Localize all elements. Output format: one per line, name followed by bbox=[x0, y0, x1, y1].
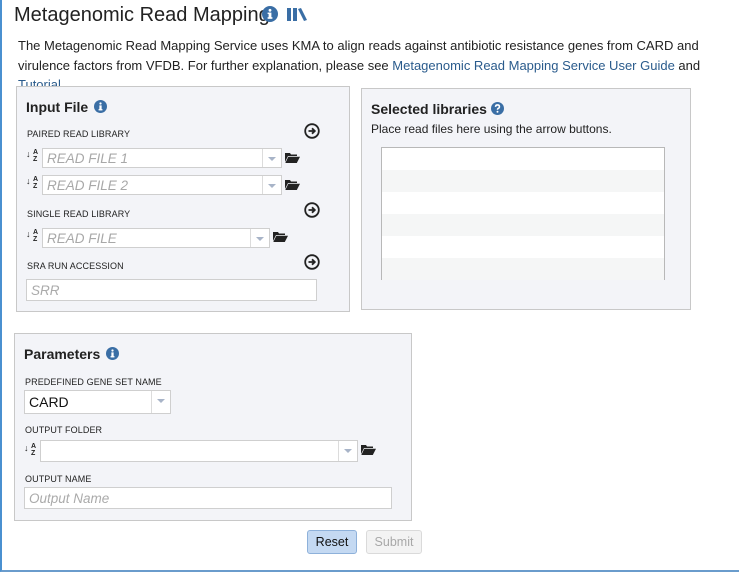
sra-run-accession-label: SRA RUN ACCESSION bbox=[27, 261, 124, 271]
output-name-input[interactable] bbox=[25, 488, 391, 508]
add-sra-arrow-icon[interactable] bbox=[304, 254, 320, 270]
sort-az-icon[interactable]: ↓ A Z bbox=[24, 443, 38, 457]
list-item bbox=[382, 258, 664, 280]
info-icon[interactable] bbox=[94, 100, 107, 113]
list-item bbox=[382, 148, 664, 170]
help-icon[interactable] bbox=[491, 102, 504, 115]
user-guide-link[interactable]: Metagenomic Read Mapping Service User Gu… bbox=[392, 58, 675, 73]
add-single-arrow-icon[interactable] bbox=[304, 202, 320, 218]
title-icons bbox=[262, 6, 308, 22]
list-item bbox=[382, 170, 664, 192]
sra-accession-field[interactable] bbox=[26, 279, 317, 301]
selected-libraries-hint: Place read files here using the arrow bu… bbox=[371, 122, 612, 136]
single-read-library-label: SINGLE READ LIBRARY bbox=[27, 209, 131, 219]
sra-accession-input[interactable] bbox=[27, 280, 316, 300]
list-item bbox=[382, 214, 664, 236]
input-file-title: Input File bbox=[26, 99, 89, 115]
chevron-down-icon[interactable] bbox=[250, 229, 269, 247]
sort-az-icon[interactable]: ↓ A Z bbox=[26, 176, 40, 190]
chevron-down-icon[interactable] bbox=[338, 441, 357, 461]
chevron-down-icon[interactable] bbox=[262, 149, 281, 167]
gene-set-label: PREDEFINED GENE SET NAME bbox=[25, 377, 162, 387]
folder-open-icon[interactable] bbox=[361, 444, 376, 455]
info-icon[interactable] bbox=[262, 6, 278, 22]
chevron-down-icon[interactable] bbox=[151, 391, 170, 413]
page-title: Metagenomic Read Mapping bbox=[14, 4, 270, 26]
submit-button[interactable]: Submit bbox=[366, 530, 422, 554]
folder-open-icon[interactable] bbox=[273, 231, 288, 242]
list-item bbox=[382, 192, 664, 214]
list-item bbox=[382, 236, 664, 258]
paired-read-library-label: PAIRED READ LIBRARY bbox=[27, 129, 131, 139]
library-icon[interactable] bbox=[286, 6, 308, 22]
input-file-panel: Input File PAIRED READ LIBRARY ↓ A Z READ … bbox=[16, 86, 350, 312]
folder-open-icon[interactable] bbox=[285, 179, 300, 190]
selected-libraries-title: Selected libraries bbox=[371, 101, 487, 117]
parameters-panel: Parameters PREDEFINED GENE SET NAME CARD… bbox=[14, 333, 412, 521]
gene-set-select[interactable]: CARD bbox=[24, 390, 171, 414]
sort-az-icon[interactable]: ↓ A Z bbox=[26, 229, 40, 243]
read-file-select[interactable]: READ FILE bbox=[42, 228, 270, 248]
selected-libraries-list[interactable] bbox=[381, 147, 665, 280]
chevron-down-icon[interactable] bbox=[262, 176, 281, 194]
add-paired-arrow-icon[interactable] bbox=[304, 123, 320, 139]
parameters-title: Parameters bbox=[24, 346, 101, 362]
read-file-2-select[interactable]: READ FILE 2 bbox=[42, 175, 282, 195]
sort-az-icon[interactable]: ↓ A Z bbox=[26, 149, 40, 163]
output-folder-label: OUTPUT FOLDER bbox=[25, 425, 103, 435]
reset-button[interactable]: Reset bbox=[307, 530, 357, 554]
read-file-1-select[interactable]: READ FILE 1 bbox=[42, 148, 282, 168]
output-name-label: OUTPUT NAME bbox=[25, 474, 92, 484]
info-icon[interactable] bbox=[106, 347, 119, 360]
folder-open-icon[interactable] bbox=[285, 152, 300, 163]
output-folder-select[interactable] bbox=[40, 440, 358, 462]
output-name-field[interactable] bbox=[24, 487, 392, 509]
